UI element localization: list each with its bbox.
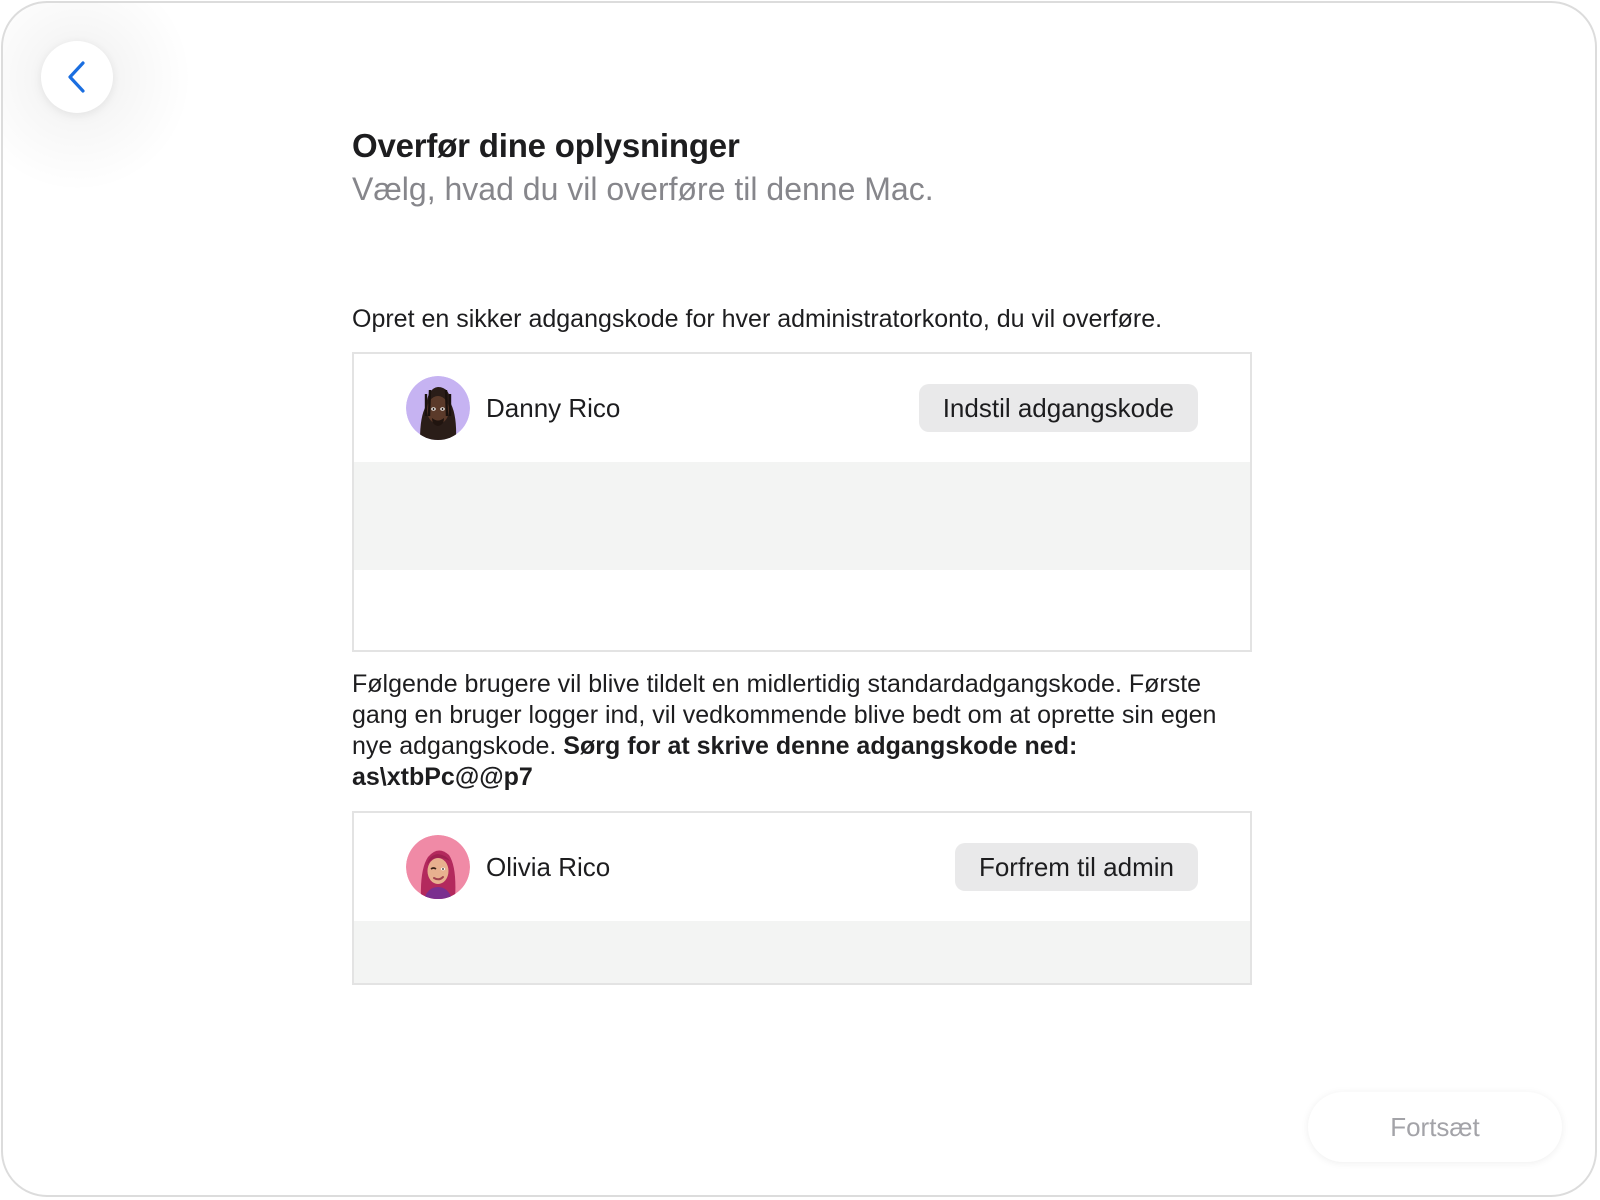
user-name: Olivia Rico [486, 851, 611, 882]
avatar [406, 835, 470, 899]
migration-assistant-window: Overfør dine oplysninger Vælg, hvad du v… [1, 1, 1597, 1197]
list-item-danny-rico: Danny Rico Indstil adgangskode [354, 354, 1250, 462]
user-name: Danny Rico [486, 392, 621, 423]
admin-instruction: Opret en sikker adgangskode for hver adm… [352, 305, 1163, 333]
standard-users-list: Olivia Rico Forfrem til admin [352, 811, 1252, 985]
admin-users-list: Danny Rico Indstil adgangskode [352, 352, 1252, 652]
page-title: Overfør dine oplysninger [352, 127, 740, 164]
list-stripe-row [354, 462, 1250, 570]
avatar [406, 376, 470, 440]
page-subtitle: Vælg, hvad du vil overføre til denne Mac… [352, 171, 934, 207]
list-stripe-row [354, 921, 1250, 983]
set-password-button[interactable]: Indstil adgangskode [918, 384, 1198, 432]
temporary-password-info: Følgende brugere vil blive tildelt en mi… [352, 669, 1252, 793]
memoji-avatar-olivia-icon [406, 835, 470, 899]
list-item-olivia-rico: Olivia Rico Forfrem til admin [354, 813, 1250, 921]
chevron-left-icon [68, 61, 85, 93]
memoji-avatar-danny-icon [406, 376, 470, 440]
back-button[interactable] [41, 41, 113, 113]
continue-button[interactable]: Fortsæt [1308, 1092, 1562, 1162]
promote-to-admin-button[interactable]: Forfrem til admin [954, 843, 1198, 891]
